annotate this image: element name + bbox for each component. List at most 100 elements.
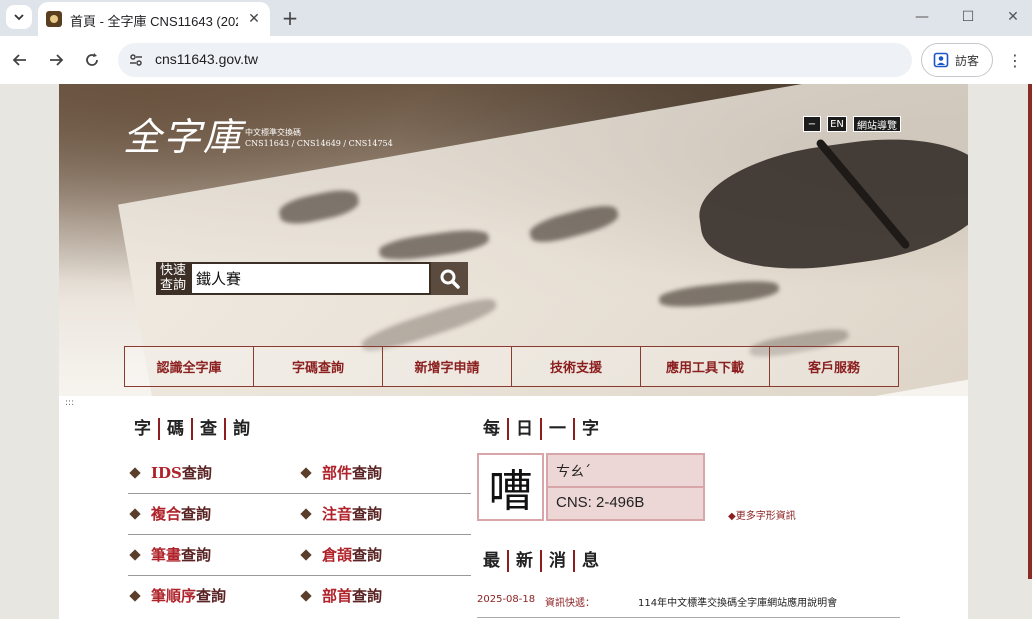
accesskey-marker[interactable]: :::	[65, 398, 74, 408]
query-link-keyword: 筆畫	[151, 546, 182, 564]
minimize-icon[interactable]: —	[907, 6, 937, 28]
main-navigation: 認識全字庫 字碼查詢 新增字申請 技術支援 應用工具下載 客戶服務	[124, 346, 904, 387]
site-logo[interactable]: 全字庫	[123, 106, 243, 161]
tab-list-button[interactable]	[6, 5, 32, 29]
news-item[interactable]: 2025-08-18 資訊快遞： 114年中文標準交換碼全字庫網站應用說明會	[477, 594, 900, 618]
search-icon	[440, 269, 460, 289]
daily-cns-code: CNS: 2-496B	[556, 494, 645, 511]
query-link-cangjie[interactable]: 倉頡 查詢	[299, 544, 382, 565]
daily-zhuyin: ㄘㄠˊ	[548, 455, 703, 488]
page-content: 全字庫 中文標準交換碼 CNS11643 / CNS14649 / CNS147…	[59, 84, 968, 619]
profile-button[interactable]: 訪客	[921, 43, 993, 77]
news-date: 2025-08-18	[477, 594, 536, 605]
daily-character-info: ㄘㄠˊ CNS: 2-496B	[546, 453, 705, 521]
title-char: 日	[507, 418, 540, 440]
nav-item-code-query[interactable]: 字碼查詢	[253, 346, 383, 387]
english-link[interactable]: EN	[827, 116, 847, 132]
logo-subtitle-line1: 中文標準交換碼	[245, 128, 301, 137]
news-title: 最 新 消 息	[477, 550, 606, 572]
query-row: IDS 查詢 部件 查詢	[128, 453, 471, 494]
sitemap-link[interactable]: 網站導覽	[853, 116, 901, 132]
query-link-stroke-order[interactable]: 筆順序 查詢	[128, 585, 226, 606]
title-char: 最	[483, 551, 500, 571]
query-link-ids[interactable]: IDS 查詢	[128, 462, 212, 483]
daily-char-title: 每 日 一 字	[477, 418, 606, 440]
browser-toolbar: cns11643.gov.tw 訪客 ⋮	[0, 36, 1032, 84]
address-bar[interactable]: cns11643.gov.tw	[118, 43, 912, 77]
query-link-stroke-count[interactable]: 筆畫 查詢	[128, 544, 211, 565]
chevron-down-icon	[14, 14, 24, 21]
query-link-suffix: 查詢	[352, 587, 383, 605]
close-tab-icon[interactable]: ✕	[244, 9, 264, 29]
title-char: 每	[483, 419, 500, 439]
query-link-suffix: 查詢	[196, 587, 227, 605]
diamond-bullet-icon	[129, 466, 141, 479]
query-link-keyword: 筆順序	[151, 587, 197, 605]
query-link-keyword: 部件	[322, 464, 353, 482]
query-link-keyword: 複合	[151, 505, 182, 523]
logo-subtitle: 中文標準交換碼 CNS11643 / CNS14649 / CNS14754	[245, 127, 393, 149]
scroll-edge-bar	[1028, 84, 1032, 579]
query-link-keyword: IDS	[151, 463, 182, 482]
profile-icon	[933, 52, 949, 68]
news-category: 資訊快遞：	[545, 598, 595, 609]
reload-icon[interactable]	[80, 48, 104, 72]
site-settings-icon[interactable]	[128, 52, 144, 68]
nav-item-tools-download[interactable]: 應用工具下載	[640, 346, 770, 387]
logo-subtitle-line2: CNS11643 / CNS14649 / CNS14754	[245, 139, 393, 148]
nav-item-about[interactable]: 認識全字庫	[124, 346, 254, 387]
diamond-bullet-icon	[300, 589, 312, 602]
query-link-component[interactable]: 部件 查詢	[299, 462, 382, 483]
query-row: 筆順序 查詢 部首 查詢	[128, 576, 471, 617]
font-size-button[interactable]: −	[803, 116, 821, 132]
quick-search-label: 快速 查詢	[156, 262, 190, 295]
browser-tab[interactable]: 首頁 - 全字庫 CNS11643 (2024 ✕	[38, 2, 270, 36]
diamond-bullet-icon	[300, 507, 312, 520]
query-row: 複合 查詢 注音 查詢	[128, 494, 471, 535]
query-link-suffix: 查詢	[352, 546, 383, 564]
nav-item-new-char-request[interactable]: 新增字申請	[382, 346, 512, 387]
more-glyph-info-link[interactable]: ◆更多字形資訊	[728, 507, 796, 522]
close-window-icon[interactable]: ✕	[998, 6, 1028, 28]
query-link-suffix: 查詢	[181, 546, 212, 564]
quick-search-input[interactable]	[190, 262, 431, 295]
title-char: 新	[507, 550, 540, 572]
diamond-bullet-icon	[300, 466, 312, 479]
query-link-keyword: 注音	[322, 505, 353, 523]
query-link-zhuyin[interactable]: 注音 查詢	[299, 503, 382, 524]
query-link-keyword: 部首	[322, 587, 353, 605]
back-arrow-icon[interactable]	[8, 48, 32, 72]
query-link-keyword: 倉頡	[322, 546, 353, 564]
kebab-menu-icon[interactable]: ⋮	[1003, 48, 1027, 72]
tab-title: 首頁 - 全字庫 CNS11643 (2024	[70, 14, 238, 29]
query-link-radical[interactable]: 部首 查詢	[299, 585, 382, 606]
tab-bar: 首頁 - 全字庫 CNS11643 (2024 ✕ + — ☐ ✕	[0, 0, 1032, 36]
query-link-suffix: 查詢	[352, 464, 383, 482]
diamond-bullet-icon	[300, 548, 312, 561]
title-char: 查	[191, 418, 224, 440]
url-text[interactable]: cns11643.gov.tw	[155, 51, 258, 67]
query-link-suffix: 查詢	[352, 505, 383, 523]
title-char: 碼	[158, 418, 191, 440]
news-title-link[interactable]: 114年中文標準交換碼全字庫網站應用說明會	[638, 594, 837, 609]
query-link-suffix: 查詢	[181, 464, 212, 482]
nav-item-tech-support[interactable]: 技術支援	[511, 346, 641, 387]
code-query-title: 字 碼 查 詢	[128, 418, 257, 440]
title-char: 字	[134, 419, 151, 439]
title-char: 消	[540, 550, 573, 572]
nav-item-customer-service[interactable]: 客戶服務	[769, 346, 899, 387]
header-banner: 全字庫 中文標準交換碼 CNS11643 / CNS14649 / CNS147…	[59, 84, 968, 396]
quick-search-label-line1: 快速	[159, 263, 186, 278]
profile-label: 訪客	[955, 53, 980, 68]
query-link-compound[interactable]: 複合 查詢	[128, 503, 211, 524]
page-viewport: 全字庫 中文標準交換碼 CNS11643 / CNS14649 / CNS147…	[0, 84, 1032, 619]
query-link-suffix: 查詢	[181, 505, 212, 523]
query-row: 筆畫 查詢 倉頡 查詢	[128, 535, 471, 576]
daily-character-glyph[interactable]: 嘈	[477, 453, 544, 521]
title-char: 一	[540, 418, 573, 440]
title-char: 字	[573, 418, 606, 440]
maximize-icon[interactable]: ☐	[953, 6, 983, 28]
search-button[interactable]	[431, 262, 468, 295]
forward-arrow-icon[interactable]	[44, 48, 68, 72]
new-tab-button[interactable]: +	[278, 6, 302, 30]
